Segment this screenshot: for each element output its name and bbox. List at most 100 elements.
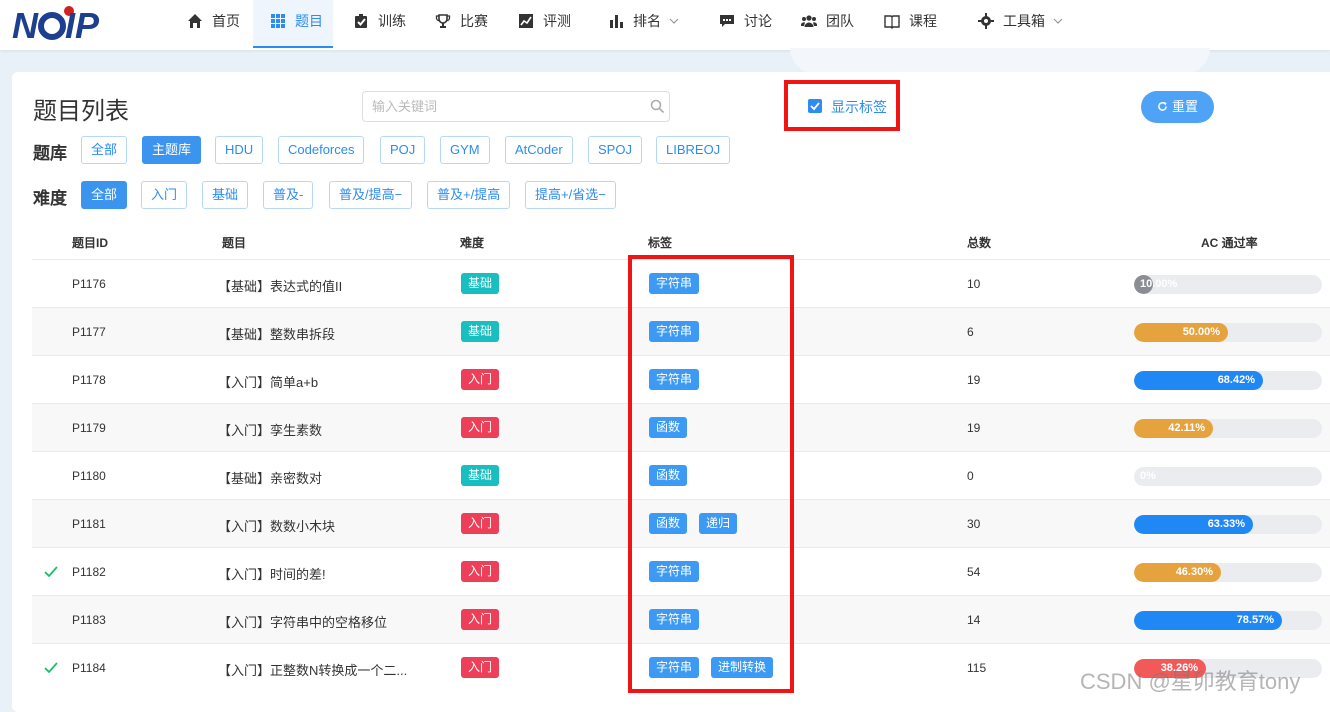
problem-title[interactable]: 【入门】孪生素数 xyxy=(218,420,322,439)
difficulty-badge: 入门 xyxy=(461,513,500,534)
ac-rate-text: 50.00% xyxy=(1182,326,1220,338)
ac-rate-progress: 63.33% xyxy=(1134,515,1322,534)
ac-rate-text: 78.57% xyxy=(1236,614,1274,626)
nav-judge[interactable]: 评测 xyxy=(518,0,571,48)
bank-option-gym[interactable]: GYM xyxy=(440,136,490,164)
problem-title[interactable]: 【基础】整数串拆段 xyxy=(218,324,335,343)
nav-ranking[interactable]: 排名 xyxy=(608,0,679,48)
nav-label: 题目 xyxy=(295,13,323,29)
difficulty-option-popular-minus[interactable]: 普及- xyxy=(263,181,314,209)
comment-icon xyxy=(720,15,734,27)
checkbox-icon xyxy=(355,14,367,28)
problem-title[interactable]: 【入门】时间的差! xyxy=(218,564,326,583)
ac-rate-progress: 50.00% xyxy=(1134,323,1322,342)
difficulty-option-intro[interactable]: 入门 xyxy=(141,181,188,209)
background-decoration xyxy=(790,48,1210,74)
svg-text:N: N xyxy=(12,5,39,44)
bank-filter-label: 题库 xyxy=(33,144,67,163)
column-header-tags[interactable]: 标签 xyxy=(648,234,672,251)
bank-option-poj[interactable]: POJ xyxy=(380,136,426,164)
book-icon xyxy=(884,15,900,29)
ac-rate-text: 0% xyxy=(1140,470,1156,482)
column-header-difficulty[interactable]: 难度 xyxy=(460,234,484,251)
ac-rate-text: 68.42% xyxy=(1217,374,1255,386)
column-header-total[interactable]: 总数 xyxy=(967,234,991,251)
bank-option-hdu[interactable]: HDU xyxy=(215,136,264,164)
problem-title[interactable]: 【基础】表达式的值II xyxy=(218,276,342,295)
difficulty-option-basic[interactable]: 基础 xyxy=(202,181,249,209)
nav-label: 比赛 xyxy=(460,13,488,29)
nav-label: 评测 xyxy=(543,13,571,29)
problem-id[interactable]: P1180 xyxy=(72,469,106,483)
solved-check-icon xyxy=(44,662,58,674)
problem-id[interactable]: P1183 xyxy=(72,613,106,627)
ac-rate-text: 63.33% xyxy=(1207,518,1245,530)
search-input[interactable] xyxy=(362,91,670,122)
watermark: CSDN @星卯教育tony xyxy=(1080,669,1301,694)
difficulty-option-advanced-plus[interactable]: 提高+/省选− xyxy=(525,181,616,209)
column-header-id[interactable]: 题目ID xyxy=(72,234,108,251)
nav-team[interactable]: 团队 xyxy=(801,0,854,48)
bank-option-all[interactable]: 全部 xyxy=(81,136,128,164)
bank-option-atcoder[interactable]: AtCoder xyxy=(505,136,573,164)
difficulty-option-all[interactable]: 全部 xyxy=(81,181,128,209)
ac-rate-text: 42.11% xyxy=(1168,422,1205,434)
solved-check-icon xyxy=(44,566,58,578)
nav-training[interactable]: 训练 xyxy=(353,0,406,48)
total-count: 10 xyxy=(967,277,981,291)
ac-rate-text: 10.00% xyxy=(1140,278,1178,290)
problem-id[interactable]: P1179 xyxy=(72,421,106,435)
difficulty-badge: 入门 xyxy=(461,561,500,582)
problem-title[interactable]: 【基础】亲密数对 xyxy=(218,468,322,487)
nav-label: 团队 xyxy=(826,13,854,29)
problem-id[interactable]: P1181 xyxy=(72,517,106,531)
difficulty-option-popular-advanced[interactable]: 普及/提高− xyxy=(329,181,413,209)
search-icon[interactable] xyxy=(650,99,665,114)
bank-option-main[interactable]: 主题库 xyxy=(142,136,202,164)
noip-logo[interactable]: N IP xyxy=(12,4,114,44)
problem-id[interactable]: P1178 xyxy=(72,373,106,387)
chevron-down-icon xyxy=(669,18,679,24)
difficulty-option-popular-plus[interactable]: 普及+/提高 xyxy=(427,181,511,209)
svg-text:IP: IP xyxy=(65,5,100,44)
problem-id[interactable]: P1182 xyxy=(72,565,106,579)
gear-icon xyxy=(978,13,994,29)
problem-id[interactable]: P1184 xyxy=(72,661,106,675)
ac-rate-progress: 68.42% xyxy=(1134,371,1322,390)
problem-id[interactable]: P1176 xyxy=(72,277,106,291)
difficulty-badge: 入门 xyxy=(461,657,500,678)
page-title: 题目列表 xyxy=(33,98,129,125)
total-count: 19 xyxy=(967,373,981,387)
users-icon xyxy=(801,15,817,27)
problem-title[interactable]: 【入门】数数小木块 xyxy=(218,516,335,535)
nav-problems[interactable]: 题目 xyxy=(253,0,333,48)
problem-title[interactable]: 【入门】简单a+b xyxy=(218,372,318,391)
nav-label: 首页 xyxy=(212,13,240,29)
reset-button[interactable]: 重置 xyxy=(1141,91,1214,123)
nav-course[interactable]: 课程 xyxy=(884,0,937,48)
total-count: 14 xyxy=(967,613,981,627)
bank-option-libreoj[interactable]: LIBREOJ xyxy=(656,136,731,164)
problem-title[interactable]: 【入门】正整数N转换成一个二... xyxy=(218,660,407,679)
nav-home[interactable]: 首页 xyxy=(187,0,240,48)
nav-contest[interactable]: 比赛 xyxy=(435,0,488,48)
problem-title[interactable]: 【入门】字符串中的空格移位 xyxy=(218,612,387,631)
chart-line-icon xyxy=(519,14,533,28)
difficulty-badge: 入门 xyxy=(461,417,500,438)
bank-option-codeforces[interactable]: Codeforces xyxy=(278,136,365,164)
nav-discussion[interactable]: 讨论 xyxy=(719,0,772,48)
difficulty-badge: 入门 xyxy=(461,369,500,390)
bank-option-spoj[interactable]: SPOJ xyxy=(588,136,642,164)
chevron-down-icon xyxy=(1053,18,1063,24)
column-header-title[interactable]: 题目 xyxy=(222,234,246,251)
ac-rate-progress: 46.30% xyxy=(1134,563,1322,582)
nav-label: 工具箱 xyxy=(1003,13,1045,29)
nav-toolbox[interactable]: 工具箱 xyxy=(978,0,1063,48)
column-header-ac-rate[interactable]: AC 通过率 xyxy=(1201,234,1258,251)
total-count: 54 xyxy=(967,565,981,579)
reset-label: 重置 xyxy=(1171,99,1198,114)
home-icon xyxy=(188,14,202,28)
trophy-icon xyxy=(435,14,451,28)
grid-icon xyxy=(271,14,285,28)
problem-id[interactable]: P1177 xyxy=(72,325,106,339)
